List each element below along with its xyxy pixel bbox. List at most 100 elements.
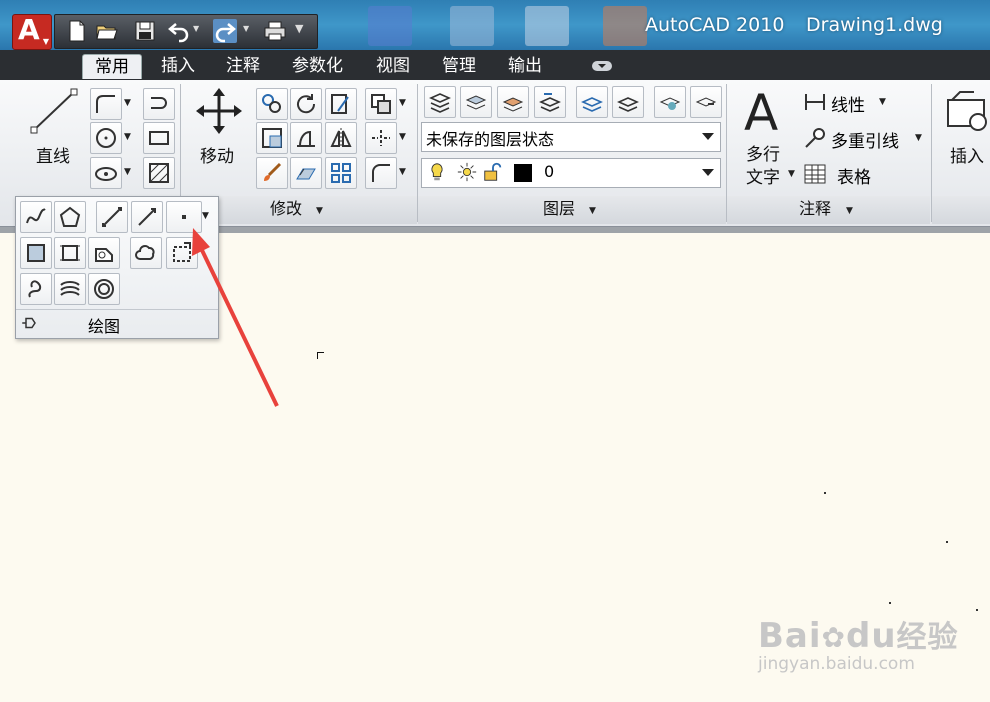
helix-button[interactable] xyxy=(20,273,52,305)
layer-match-button[interactable] xyxy=(497,86,529,118)
chevron-down-icon[interactable]: ▼ xyxy=(124,98,131,108)
new-file-button[interactable] xyxy=(65,19,89,43)
donut-hatch-button[interactable] xyxy=(54,273,86,305)
customize-qat-icon[interactable]: ▼ xyxy=(295,22,303,35)
document-title: Drawing1.dwg xyxy=(806,14,943,36)
undo-button[interactable] xyxy=(167,19,191,43)
spline-fit-button[interactable] xyxy=(20,201,52,233)
text-a-icon: A xyxy=(744,84,779,142)
modify-panel-label[interactable]: 修改 xyxy=(270,196,302,222)
mirror-button[interactable] xyxy=(256,122,288,154)
mirror-icon xyxy=(330,128,352,148)
spline-button[interactable] xyxy=(143,88,175,120)
layer-dropdown[interactable]: 0 xyxy=(421,158,721,188)
redo-icon xyxy=(215,23,236,43)
cursor-pickbox xyxy=(317,352,324,359)
point-button[interactable] xyxy=(166,201,202,233)
explode-button[interactable] xyxy=(365,122,397,154)
chevron-down-icon[interactable]: ▼ xyxy=(124,132,131,142)
rectangle-button[interactable] xyxy=(143,122,175,154)
chevron-down-icon[interactable]: ▼ xyxy=(846,206,853,216)
redo-button[interactable] xyxy=(213,19,237,43)
boundary-icon xyxy=(60,245,80,261)
application-menu-button[interactable]: A ▼ xyxy=(12,13,52,50)
chevron-down-icon: ▼ xyxy=(915,133,922,143)
printer-icon xyxy=(264,21,286,41)
fillet-button[interactable] xyxy=(290,122,322,154)
donut-button[interactable] xyxy=(88,273,120,305)
tab-manage[interactable]: 管理 xyxy=(442,54,476,78)
region-button[interactable] xyxy=(20,237,52,269)
construction-line-button[interactable] xyxy=(96,201,128,233)
tab-view[interactable]: 视图 xyxy=(376,54,410,78)
chevron-down-icon[interactable]: ▼ xyxy=(589,206,596,216)
layer-freeze-button[interactable] xyxy=(654,86,686,118)
chamfer-button[interactable] xyxy=(365,157,397,189)
brush-icon xyxy=(264,162,282,181)
boundary-button[interactable] xyxy=(54,237,86,269)
tab-insert[interactable]: 插入 xyxy=(161,54,195,78)
layer-previous-button[interactable] xyxy=(534,86,566,118)
layers-icon xyxy=(502,97,524,112)
layer-unisolate-button[interactable] xyxy=(612,86,644,118)
arc-button[interactable] xyxy=(90,157,122,189)
polyline-button[interactable] xyxy=(90,88,122,120)
pin-icon[interactable] xyxy=(20,314,38,332)
save-button[interactable] xyxy=(133,19,157,43)
layers-panel-label[interactable]: 图层 xyxy=(543,196,575,222)
mask-button[interactable] xyxy=(166,237,198,269)
erase-button[interactable] xyxy=(365,88,397,120)
rotate-button[interactable] xyxy=(290,88,322,120)
chamfer-icon xyxy=(372,164,390,182)
quick-access-toolbar: ▼ ▼ ▼ xyxy=(54,14,318,49)
table-button[interactable]: 表格 xyxy=(803,162,893,188)
chevron-down-icon[interactable]: ▼ xyxy=(399,98,406,108)
move-button[interactable]: 移动 xyxy=(192,86,246,167)
line-button[interactable]: 直线 xyxy=(26,86,84,167)
app-title: AutoCAD 2010 xyxy=(645,14,785,36)
polygon-button[interactable] xyxy=(54,201,86,233)
mtext-label-line1: 多行 xyxy=(746,145,780,165)
layer-properties-button[interactable] xyxy=(424,86,456,118)
tab-annotate[interactable]: 注释 xyxy=(226,54,260,78)
linear-dimension-button[interactable]: 线性 ▼ xyxy=(803,90,903,116)
chevron-down-icon[interactable]: ▼ xyxy=(243,24,249,33)
donut-icon xyxy=(94,279,114,299)
chevron-down-icon[interactable]: ▼ xyxy=(399,167,406,177)
scale-button[interactable] xyxy=(256,157,288,189)
chevron-down-icon[interactable]: ▼ xyxy=(316,206,323,216)
chevron-down-icon[interactable]: ▼ xyxy=(202,211,209,221)
mirror-tool-button[interactable] xyxy=(325,122,357,154)
wipeout-button[interactable] xyxy=(88,237,120,269)
annotation-panel-label[interactable]: 注释 xyxy=(799,196,831,222)
chevron-down-icon[interactable]: ▼ xyxy=(193,24,199,33)
tab-home[interactable]: 常用 xyxy=(82,54,142,79)
lightbulb-icon xyxy=(431,163,443,181)
layer-isolate-button[interactable] xyxy=(576,86,608,118)
circle-button[interactable] xyxy=(90,122,122,154)
insert-block-button[interactable]: 插入 xyxy=(942,86,990,167)
hatch-button[interactable] xyxy=(143,157,175,189)
array-button[interactable] xyxy=(325,157,357,189)
plot-button[interactable] xyxy=(263,19,287,43)
multileader-button[interactable]: 多重引线 ▼ xyxy=(803,126,925,152)
copy-button[interactable] xyxy=(256,88,288,120)
chevron-down-icon[interactable]: ▼ xyxy=(124,167,131,177)
trim-button[interactable] xyxy=(325,88,357,120)
revision-cloud-button[interactable] xyxy=(130,237,162,269)
minimize-ribbon-button[interactable] xyxy=(592,61,612,71)
ray-button[interactable] xyxy=(131,201,163,233)
circle-icon xyxy=(96,128,116,148)
multiline-text-button[interactable]: A 多行 文字 ▼ xyxy=(740,84,796,188)
chevron-down-icon xyxy=(598,64,606,68)
layer-off-button[interactable] xyxy=(690,86,722,118)
layer-state-dropdown[interactable]: 未保存的图层状态 xyxy=(421,122,721,152)
array-3d-button[interactable] xyxy=(290,157,322,189)
point-icon xyxy=(182,215,186,219)
panel-title-bar xyxy=(932,196,990,224)
tab-output[interactable]: 输出 xyxy=(508,54,542,78)
tab-parametric[interactable]: 参数化 xyxy=(292,54,343,78)
make-current-layer-button[interactable] xyxy=(460,86,492,118)
open-file-button[interactable] xyxy=(95,19,119,43)
chevron-down-icon[interactable]: ▼ xyxy=(399,132,406,142)
